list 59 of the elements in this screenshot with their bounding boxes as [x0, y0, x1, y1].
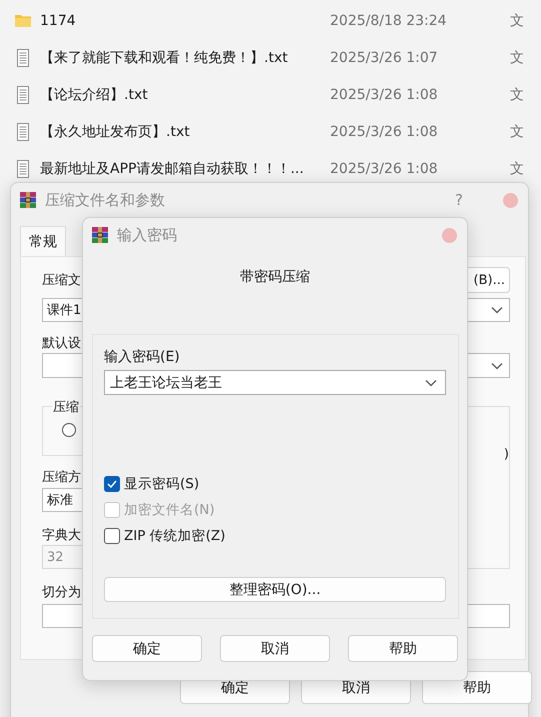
- profile-field[interactable]: [42, 353, 84, 378]
- chevron-down-icon: [491, 362, 503, 370]
- file-type: 文: [510, 12, 524, 30]
- dialog-heading: 带密码压缩: [239, 268, 311, 287]
- field-label: 切分为: [42, 584, 82, 600]
- chevron-down-icon: [491, 306, 503, 314]
- field-value: 上老王论坛当老王: [110, 374, 222, 392]
- dialog-button[interactable]: 取消: [220, 635, 330, 662]
- modified-date: 2025/8/18 23:24: [330, 12, 448, 28]
- books-icon: [19, 191, 37, 209]
- modified-date: 2025/3/26 1:08: [330, 160, 439, 176]
- checkbox-label[interactable]: 显示密码(S): [124, 474, 200, 492]
- dialog-button[interactable]: 帮助: [348, 635, 458, 662]
- field-label: 默认设: [42, 334, 82, 352]
- file-type: 文: [510, 86, 524, 104]
- option-label: ): [504, 447, 509, 462]
- archive-name-dropdown[interactable]: [465, 298, 510, 322]
- tab[interactable]: 常规: [20, 226, 66, 257]
- file-name[interactable]: 【永久地址发布页】.txt: [40, 122, 330, 140]
- document-icon: [14, 86, 32, 104]
- field-label: 压缩方: [42, 468, 82, 486]
- profile-dropdown[interactable]: [465, 353, 510, 378]
- file-type: 文: [510, 122, 524, 140]
- books-icon: [91, 226, 109, 244]
- field-label: 字典大: [42, 526, 82, 544]
- modified-date: 2025/3/26 1:08: [330, 86, 439, 102]
- file-name[interactable]: 【论坛介绍】.txt: [40, 86, 330, 104]
- file-type: 文: [510, 160, 524, 178]
- field-label: 压缩文: [42, 272, 82, 289]
- file-type: 文: [510, 48, 524, 66]
- archive-name-field[interactable]: 课件1: [42, 298, 84, 322]
- split-field[interactable]: [465, 604, 510, 628]
- dictionary-field: 32: [42, 545, 84, 569]
- check-icon: [107, 480, 117, 488]
- document-icon: [14, 160, 32, 178]
- modified-date: 2025/3/26 1:08: [330, 124, 439, 140]
- browse-button[interactable]: (B)...: [465, 267, 510, 293]
- checkbox[interactable]: [104, 476, 120, 492]
- window-title: 压缩文件名和参数: [45, 190, 166, 210]
- dialog-button[interactable]: 确定: [92, 635, 202, 662]
- method-field[interactable]: 标准: [42, 488, 84, 512]
- file-name[interactable]: 1174: [40, 12, 330, 28]
- file-name[interactable]: 最新地址及APP请发邮箱自动获取！！！...: [40, 160, 330, 178]
- close-button[interactable]: [442, 228, 457, 242]
- chevron-down-icon: [425, 378, 437, 386]
- document-icon: [14, 122, 32, 140]
- radio-button[interactable]: [62, 423, 76, 437]
- password-field[interactable]: 上老王论坛当老王: [104, 370, 446, 395]
- checkbox[interactable]: [104, 528, 120, 544]
- close-button[interactable]: [503, 192, 518, 208]
- organize-passwords-button[interactable]: 整理密码(O)...: [104, 577, 446, 602]
- split-field[interactable]: [42, 604, 84, 628]
- file-name[interactable]: 【来了就能下载和观看！纯免费！】.txt: [40, 48, 330, 66]
- document-icon: [14, 48, 32, 66]
- checkbox-label: 加密文件名(N): [124, 500, 215, 518]
- modified-date: 2025/3/26 1:07: [330, 50, 439, 66]
- checkbox-label[interactable]: ZIP 传统加密(Z): [124, 526, 226, 544]
- field-label: 输入密码(E): [104, 348, 181, 366]
- window-title: 输入密码: [117, 226, 178, 244]
